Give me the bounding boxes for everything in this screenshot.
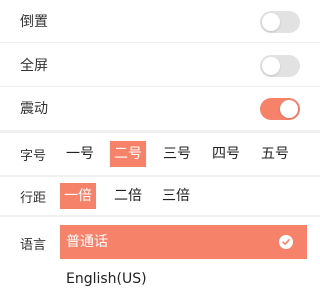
- vibration-switch[interactable]: [260, 98, 300, 120]
- fullscreen-label: 全屏: [20, 58, 48, 74]
- invert-switch[interactable]: [260, 11, 300, 33]
- line-spacing-row: 行距 一倍 二倍 三倍: [0, 177, 320, 215]
- check-icon: [279, 235, 293, 249]
- font-size-option-3[interactable]: 三号: [159, 141, 195, 167]
- switch-knob: [262, 13, 280, 31]
- invert-label: 倒置: [20, 14, 48, 30]
- line-spacing-option-1[interactable]: 一倍: [60, 183, 96, 209]
- language-label: 语言: [20, 238, 47, 253]
- line-spacing-option-3[interactable]: 三倍: [158, 183, 194, 209]
- font-size-row: 字号 一号 二号 三号 四号 五号: [0, 133, 320, 175]
- font-size-option-2[interactable]: 二号: [110, 141, 146, 167]
- language-option-label: 普通话: [66, 234, 108, 250]
- fullscreen-switch[interactable]: [260, 55, 300, 77]
- font-size-label: 字号: [20, 149, 47, 164]
- switch-knob: [262, 57, 280, 75]
- vibration-label: 震动: [20, 101, 48, 117]
- language-option-mandarin[interactable]: 普通话: [60, 225, 307, 259]
- font-size-option-4[interactable]: 四号: [208, 141, 244, 167]
- language-option-label: English(US): [66, 271, 147, 287]
- language-section: 语言 普通话 English(US): [0, 217, 320, 304]
- toggle-settings-panel: 倒置 全屏 震动: [0, 0, 320, 130]
- toggle-row-vibration[interactable]: 震动: [0, 87, 320, 130]
- line-spacing-option-2[interactable]: 二倍: [110, 183, 146, 209]
- line-spacing-label: 行距: [20, 191, 47, 206]
- toggle-row-invert[interactable]: 倒置: [0, 0, 320, 43]
- font-size-option-5[interactable]: 五号: [257, 141, 293, 167]
- font-size-option-1[interactable]: 一号: [62, 141, 98, 167]
- switch-knob: [280, 100, 298, 118]
- language-option-english[interactable]: English(US): [60, 262, 307, 296]
- toggle-row-fullscreen[interactable]: 全屏: [0, 44, 320, 87]
